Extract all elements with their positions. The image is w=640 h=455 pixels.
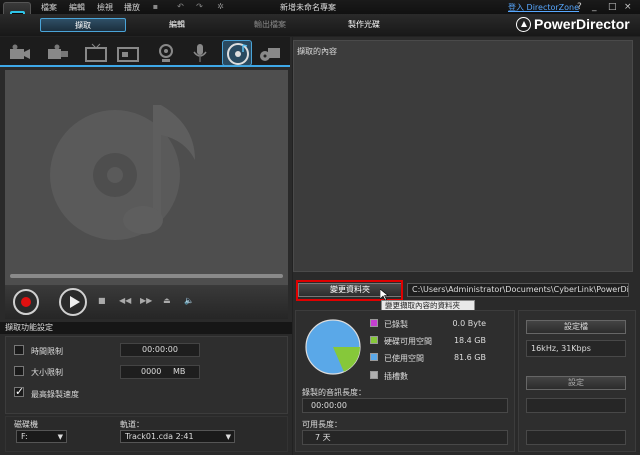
legend-free-label: 硬碟可用空間 <box>384 337 432 346</box>
time-limit-checkbox[interactable] <box>14 345 24 355</box>
legend-used-value: 81.6 GB <box>453 353 486 362</box>
volume-icon[interactable]: 🔈 <box>184 296 194 305</box>
help-button[interactable]: ? <box>577 2 582 12</box>
digital-tv-icon[interactable] <box>116 43 140 63</box>
menu-file[interactable]: 檔案 <box>41 2 57 13</box>
size-unit: MB <box>173 367 186 376</box>
legend-slots-label: 插槽數 <box>384 372 408 381</box>
upgrade-arrow-icon[interactable] <box>516 17 531 32</box>
rewind-icon[interactable]: ◀◀ <box>119 296 131 305</box>
legend-used-swatch <box>370 353 378 361</box>
play-button[interactable] <box>59 288 87 316</box>
settings-gear-icon[interactable]: ✲ <box>216 3 225 11</box>
redo-icon[interactable]: ↷ <box>195 3 204 11</box>
audio-cd-placeholder-icon <box>50 105 195 240</box>
legend-used-label: 已使用空間 <box>384 354 424 363</box>
size-limit-label: 大小限制 <box>31 368 63 377</box>
max-speed-checkbox[interactable] <box>14 385 24 398</box>
preview-window <box>5 70 288 285</box>
drive-value: F: <box>21 432 28 441</box>
captured-content-label: 擷取的內容 <box>297 47 337 56</box>
settings-field-1 <box>526 398 626 413</box>
tab-capture[interactable]: 擷取 <box>40 18 126 32</box>
folder-path-field[interactable]: C:\Users\Administrator\Documents\CyberLi… <box>407 283 629 297</box>
camcorder-icon[interactable] <box>8 43 32 63</box>
legend-recorded-swatch <box>370 319 378 327</box>
login-directorzone-link[interactable]: 登入 DirectorZone <box>508 2 579 13</box>
drive-dropdown[interactable]: F: ▼ <box>16 430 67 443</box>
tab-edit[interactable]: 編輯 <box>150 18 204 32</box>
track-label: 軌道： <box>120 420 144 429</box>
recorded-length-field: 00:00:00 <box>302 398 508 413</box>
save-icon[interactable]: ▪ <box>151 3 160 11</box>
cd-audio-icon[interactable] <box>222 40 252 66</box>
legend-free-swatch <box>370 336 378 344</box>
chevron-down-icon: ▼ <box>57 433 63 441</box>
track-dropdown[interactable]: Track01.cda 2:41 ▼ <box>120 430 235 443</box>
menu-edit[interactable]: 編輯 <box>69 2 85 13</box>
legend-recorded-label: 已錄製 <box>384 320 408 329</box>
tab-output[interactable]: 輸出檔案 <box>240 18 300 32</box>
stop-icon[interactable]: ■ <box>98 296 106 305</box>
fast-forward-icon[interactable]: ▶▶ <box>140 296 152 305</box>
microphone-icon[interactable] <box>188 43 212 63</box>
size-limit-value: 0000 <box>141 367 162 376</box>
webcam-icon[interactable] <box>154 43 178 63</box>
legend-slots-swatch <box>370 371 378 379</box>
profile-button[interactable]: 設定檔 <box>526 320 626 334</box>
brand-name: PowerDirector <box>534 16 630 32</box>
eject-icon[interactable]: ⏏ <box>163 296 171 305</box>
playback-progress-bar[interactable] <box>10 274 283 278</box>
size-limit-checkbox[interactable] <box>14 366 24 376</box>
settings-button[interactable]: 設定 <box>526 376 626 390</box>
project-title: 新增未命名專案 <box>280 3 336 12</box>
hdv-camcorder-icon[interactable] <box>46 43 70 63</box>
time-limit-field[interactable]: 00:00:00 <box>120 343 200 357</box>
record-button[interactable] <box>13 289 39 315</box>
settings-field-2 <box>526 430 626 445</box>
disk-usage-pie-chart <box>305 319 361 375</box>
minimize-button[interactable]: _ <box>592 2 597 12</box>
max-speed-label: 最高錄製速度 <box>31 390 79 399</box>
time-limit-label: 時間限制 <box>31 347 63 356</box>
profile-value-field: 16kHz, 31Kbps <box>526 340 626 357</box>
close-button[interactable]: × <box>624 2 632 12</box>
track-value: Track01.cda 2:41 <box>125 432 194 441</box>
capture-settings-header: 擷取功能設定 <box>0 322 292 334</box>
menu-view[interactable]: 檢視 <box>97 2 113 13</box>
available-length-field: 7 天 <box>302 430 508 445</box>
maximize-button[interactable]: □ <box>608 2 617 12</box>
size-limit-field[interactable]: 0000 MB <box>120 365 200 379</box>
drive-label: 磁碟機 <box>14 420 38 429</box>
dvd-camcorder-icon[interactable] <box>258 43 282 63</box>
chevron-down-icon: ▼ <box>225 433 231 441</box>
powerdirector-window: 檔案 編輯 檢視 播放 ▪ ↶ ↷ ✲ 新增未命名專案 登入 DirectorZ… <box>0 0 640 455</box>
undo-icon[interactable]: ↶ <box>176 3 185 11</box>
available-length-label: 可用長度： <box>302 420 342 429</box>
legend-recorded-value: 0.0 Byte <box>452 319 486 328</box>
legend-free-value: 18.4 GB <box>453 336 486 345</box>
tab-create-disc[interactable]: 製作光碟 <box>330 18 398 32</box>
recorded-length-label: 錄製的音訊長度： <box>302 388 366 397</box>
captured-content-area[interactable] <box>293 40 633 272</box>
tv-icon[interactable] <box>84 43 108 63</box>
menu-play[interactable]: 播放 <box>124 2 140 13</box>
